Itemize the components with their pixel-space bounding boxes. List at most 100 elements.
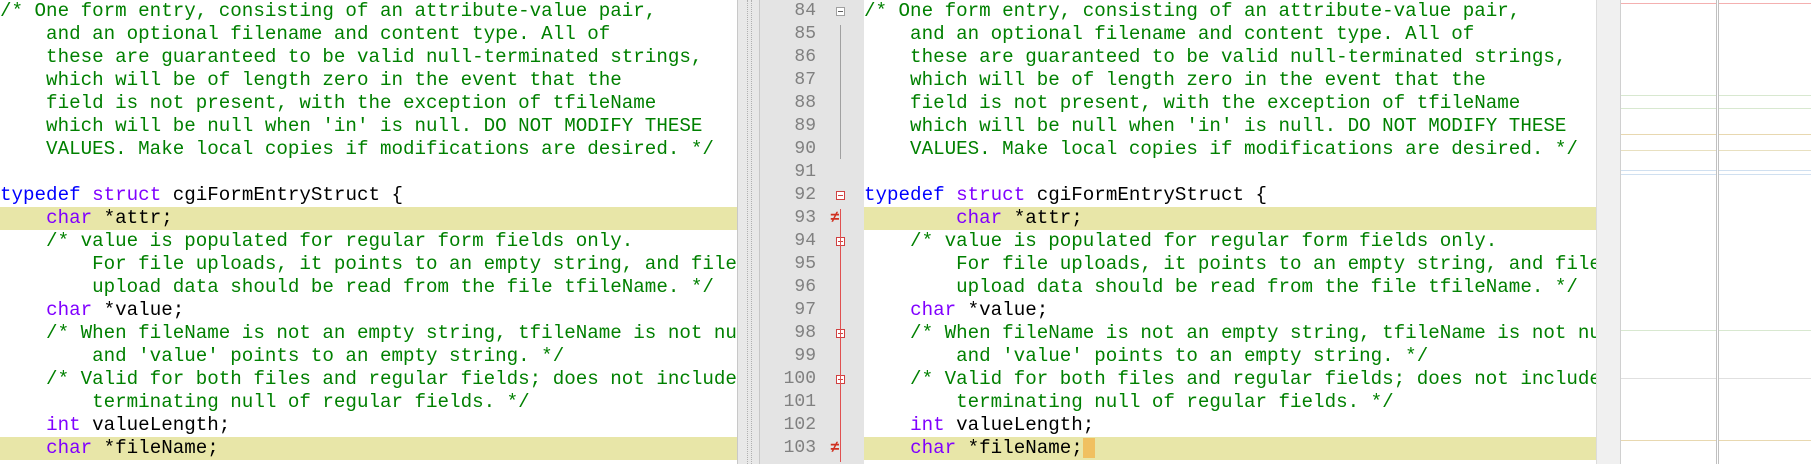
- diff-change-icon: ≠: [830, 209, 840, 227]
- code-line[interactable]: char *attr;: [864, 207, 1596, 230]
- code-line[interactable]: and an optional filename and content typ…: [864, 23, 1596, 46]
- code-line[interactable]: which will be null when 'in' is null. DO…: [0, 115, 737, 138]
- overview-marker: [1621, 170, 1716, 171]
- code-line[interactable]: /* Valid for both files and regular fiel…: [864, 368, 1596, 391]
- code-line[interactable]: /* One form entry, consisting of an attr…: [864, 0, 1596, 23]
- code-line[interactable]: terminating null of regular fields. */: [864, 391, 1596, 414]
- code-line[interactable]: /* When fileName is not an empty string,…: [0, 322, 737, 345]
- code-token: VALUES. Make local copies if modificatio…: [864, 138, 1578, 160]
- code-line[interactable]: For file uploads, it points to an empty …: [0, 253, 737, 276]
- code-line[interactable]: and an optional filename and content typ…: [0, 23, 737, 46]
- code-token: struct: [956, 184, 1026, 206]
- code-line[interactable]: /* One form entry, consisting of an attr…: [0, 0, 737, 23]
- code-token: valueLength;: [80, 414, 231, 436]
- code-token: which will be of length zero in the even…: [0, 69, 622, 91]
- overview-marker: [1719, 440, 1811, 441]
- overview-marker: [1719, 170, 1811, 171]
- code-line[interactable]: int valueLength;: [864, 414, 1596, 437]
- left-code-area[interactable]: /* One form entry, consisting of an attr…: [0, 0, 737, 464]
- code-line[interactable]: For file uploads, it points to an empty …: [864, 253, 1596, 276]
- code-line[interactable]: typedef struct cgiFormEntryStruct {: [0, 184, 737, 207]
- code-line[interactable]: int valueLength;: [0, 414, 737, 437]
- overview-marker: [1621, 3, 1716, 4]
- fold-guide: [840, 209, 841, 462]
- line-number: 84: [794, 1, 816, 21]
- overview-marker: [1719, 378, 1811, 379]
- fold-toggle-icon[interactable]: [836, 191, 845, 200]
- code-token: these are guaranteed to be valid null-te…: [0, 46, 703, 68]
- line-number: 100: [783, 369, 816, 389]
- code-line[interactable]: and 'value' points to an empty string. *…: [864, 345, 1596, 368]
- overview-marker: [1719, 3, 1811, 4]
- code-token: *value;: [92, 299, 185, 321]
- line-number: 93: [794, 208, 816, 228]
- code-line[interactable]: which will be of length zero in the even…: [864, 69, 1596, 92]
- code-line[interactable]: /* value is populated for regular form f…: [0, 230, 737, 253]
- fold-toggle-icon[interactable]: [836, 7, 845, 16]
- code-token: terminating null of regular fields. */: [0, 391, 530, 413]
- code-line[interactable]: /* Valid for both files and regular fiel…: [0, 368, 737, 391]
- code-line[interactable]: typedef struct cgiFormEntryStruct {: [864, 184, 1596, 207]
- diff-overview-map[interactable]: [1620, 0, 1811, 464]
- code-line[interactable]: [0, 161, 737, 184]
- code-line[interactable]: which will be of length zero in the even…: [0, 69, 737, 92]
- code-token: valueLength;: [944, 414, 1095, 436]
- code-token: typedef: [0, 184, 81, 206]
- code-line[interactable]: /* When fileName is not an empty string,…: [864, 322, 1596, 345]
- code-line[interactable]: char *value;: [864, 299, 1596, 322]
- code-line[interactable]: /* value is populated for regular form f…: [864, 230, 1596, 253]
- line-number: 91: [794, 162, 816, 182]
- code-line[interactable]: char *attr;: [0, 207, 737, 230]
- overview-marker: [1621, 134, 1716, 135]
- code-token: typedef: [864, 184, 945, 206]
- code-line[interactable]: field is not present, with the exception…: [0, 92, 737, 115]
- code-token: and 'value' points to an empty string. *…: [0, 345, 565, 367]
- code-line[interactable]: VALUES. Make local copies if modificatio…: [864, 138, 1596, 161]
- code-line[interactable]: [864, 161, 1596, 184]
- splitter-grip[interactable]: [747, 0, 752, 464]
- line-number: 87: [794, 70, 816, 90]
- overview-marker: [1719, 134, 1811, 135]
- line-number: 103: [783, 438, 816, 458]
- code-token: /* When fileName is not an empty string,…: [864, 322, 1596, 344]
- pane-splitter[interactable]: [737, 0, 760, 464]
- code-line[interactable]: upload data should be read from the file…: [864, 276, 1596, 299]
- overview-marker: [1621, 150, 1716, 151]
- code-line[interactable]: these are guaranteed to be valid null-te…: [0, 46, 737, 69]
- line-number: 88: [794, 93, 816, 113]
- line-number: 95: [794, 254, 816, 274]
- left-editor-pane[interactable]: /* One form entry, consisting of an attr…: [0, 0, 737, 464]
- vertical-scrollbar[interactable]: [1596, 0, 1621, 464]
- code-line[interactable]: field is not present, with the exception…: [864, 92, 1596, 115]
- code-token: /* value is populated for regular form f…: [0, 230, 634, 252]
- overview-marker: [1621, 330, 1716, 331]
- code-token: VALUES. Make local copies if modificatio…: [0, 138, 714, 160]
- right-editor-pane[interactable]: 84 85 86 87 88 89 90 91 92 93 94 95 96 97 98 99 100 101 10…: [760, 0, 1596, 464]
- code-token: struct: [92, 184, 162, 206]
- code-line[interactable]: terminating null of regular fields. */: [0, 391, 737, 414]
- line-number-gutter: 84 85 86 87 88 89 90 91 92 93 94 95 96 97 98 99 100 101 10…: [760, 0, 864, 464]
- line-number: 90: [794, 139, 816, 159]
- code-line[interactable]: which will be null when 'in' is null. DO…: [864, 115, 1596, 138]
- code-token: int: [46, 414, 81, 436]
- code-token: upload data should be read from the file…: [0, 276, 714, 298]
- code-line[interactable]: VALUES. Make local copies if modificatio…: [0, 138, 737, 161]
- code-line[interactable]: char *fileName;: [0, 437, 737, 460]
- code-token: cgiFormEntryStruct {: [161, 184, 404, 206]
- right-code-area[interactable]: /* One form entry, consisting of an attr…: [864, 0, 1596, 464]
- code-token: int: [910, 414, 945, 436]
- code-line[interactable]: upload data should be read from the file…: [0, 276, 737, 299]
- code-token: field is not present, with the exception…: [0, 92, 657, 114]
- code-line[interactable]: these are guaranteed to be valid null-te…: [864, 46, 1596, 69]
- code-token: *attr;: [1002, 207, 1083, 229]
- code-line[interactable]: char *value;: [0, 299, 737, 322]
- fold-guide: [840, 25, 841, 159]
- code-line[interactable]: char *fileName;: [864, 437, 1596, 460]
- code-line[interactable]: and 'value' points to an empty string. *…: [0, 345, 737, 368]
